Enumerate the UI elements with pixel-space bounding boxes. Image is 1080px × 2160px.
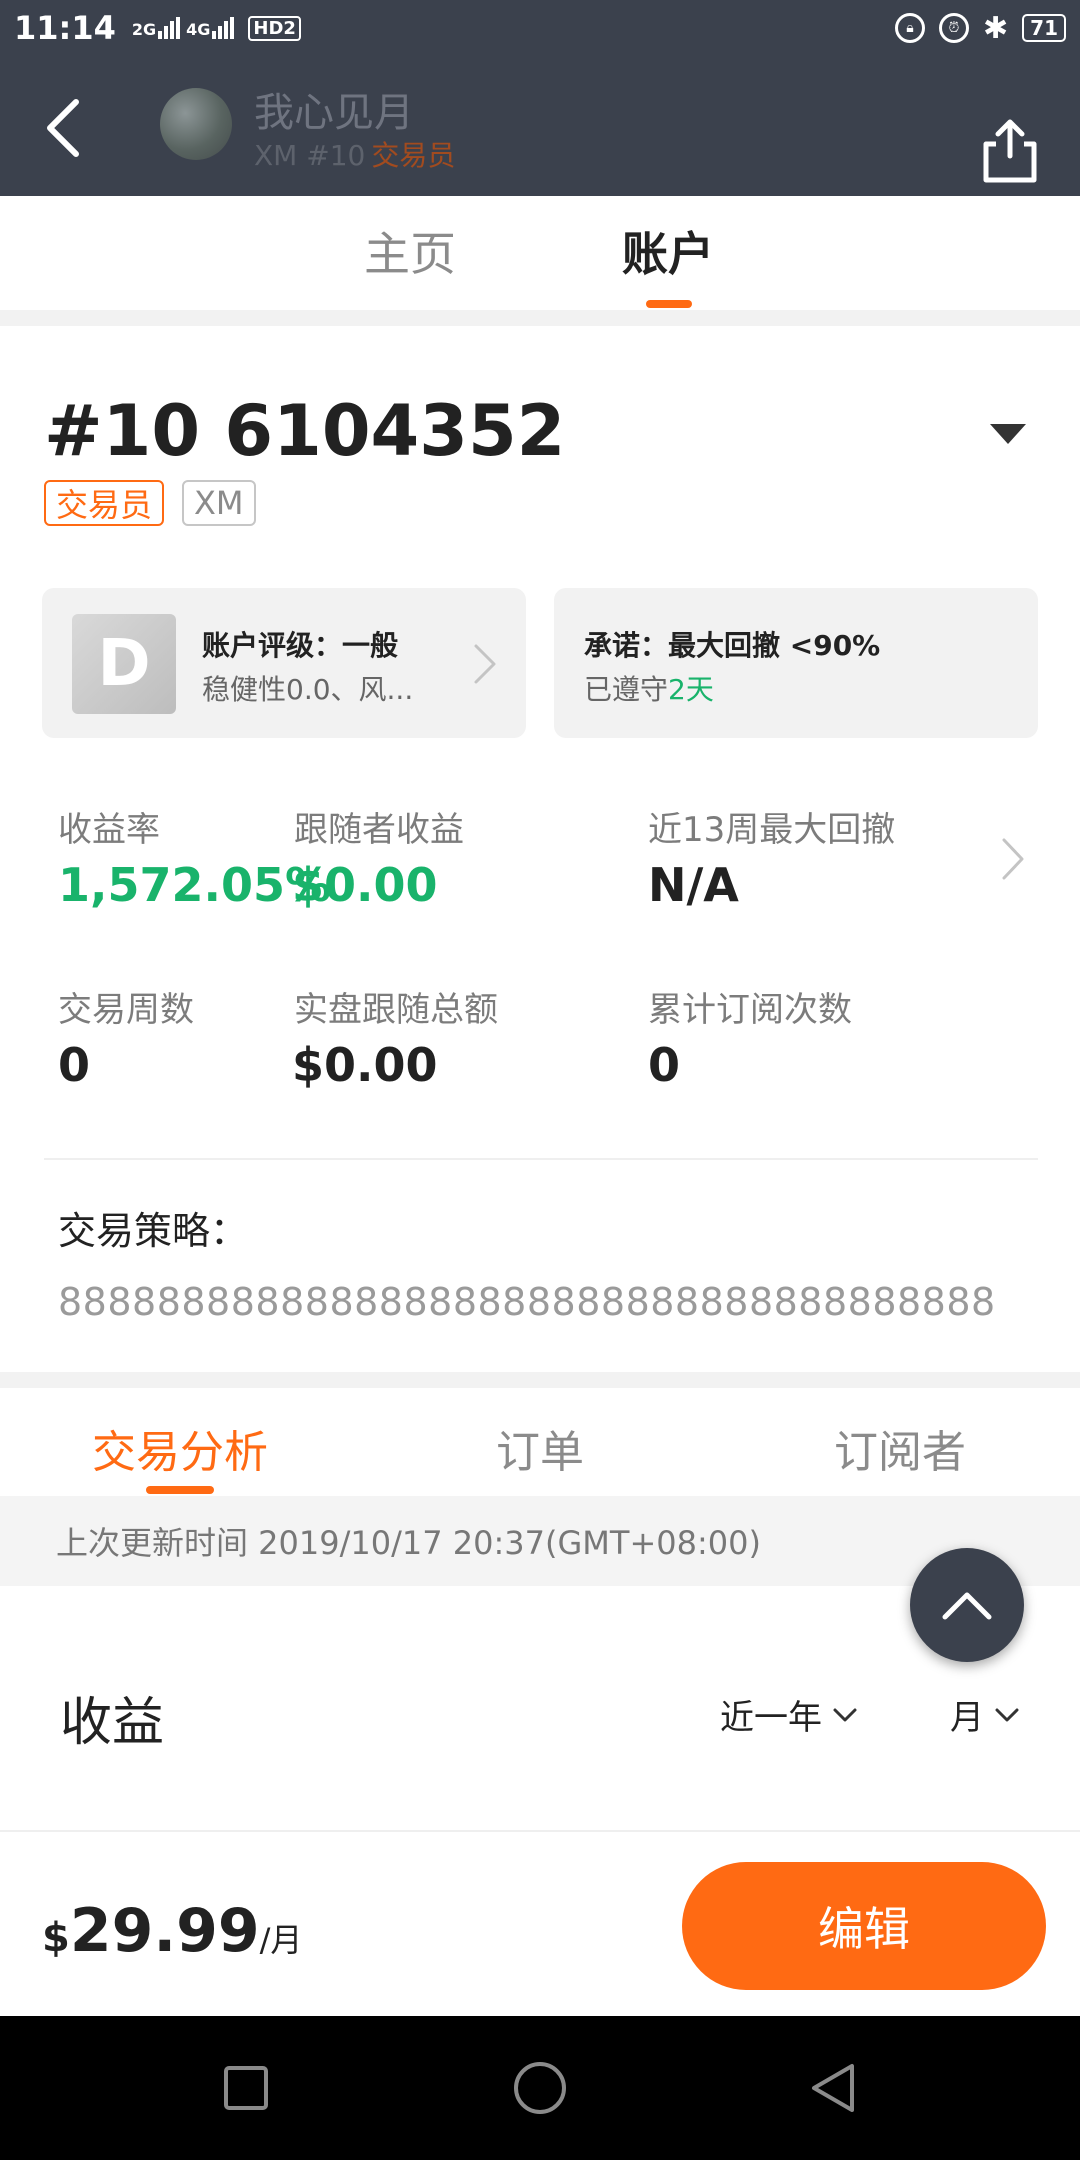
stat-live-follow-value: $0.00 — [292, 1038, 438, 1092]
battery-icon: 71 — [1022, 14, 1066, 42]
main-tabs: 主页 账户 — [0, 196, 1080, 310]
stat-follower-profit-value: $0.00 — [292, 858, 438, 912]
section-divider — [0, 310, 1080, 326]
hd-voice-icon: HD2 — [248, 15, 301, 41]
stat-follower-profit-label: 跟随者收益 — [294, 810, 464, 850]
broker-tag: XM — [182, 480, 256, 526]
trader-role: 交易员 — [371, 139, 456, 172]
bottom-action-bar: $29.99/月 编辑 — [0, 1830, 1080, 2016]
rating-title: 账户评级：一般 — [202, 629, 399, 662]
granularity-filter[interactable]: 月 — [950, 1690, 1020, 1739]
active-tab-indicator — [146, 1486, 214, 1494]
broker-rank: XM #10 — [254, 139, 366, 172]
back-arrow-icon[interactable] — [38, 92, 92, 164]
strategy-label: 交易策略： — [58, 1209, 249, 1253]
account-number: #10 6104352 — [44, 390, 566, 472]
update-bar: 上次更新时间 2019/10/17 20:37(GMT+08:00) — [0, 1496, 1080, 1586]
status-time: 11:14 — [14, 9, 116, 47]
price-unit: /月 — [259, 1921, 303, 1959]
strategy-text: 88888888888888888888888888888888888888 — [58, 1280, 996, 1324]
trader-name: 我心见月 — [254, 90, 414, 136]
bluetooth-icon: ✱ — [983, 10, 1009, 46]
promise-title: 承诺：最大回撤 <90% — [584, 629, 881, 662]
role-tag: 交易员 — [44, 480, 165, 526]
account-dropdown-icon[interactable] — [990, 424, 1026, 444]
signal-icon-sim2: 4G — [186, 17, 235, 39]
promise-kept-days: 2天 — [668, 673, 714, 706]
tab-home[interactable]: 主页 — [364, 218, 456, 284]
tab-subscribers[interactable]: 订阅者 — [834, 1416, 966, 1480]
back-icon[interactable] — [804, 2058, 864, 2118]
active-tab-indicator — [646, 300, 692, 308]
period-filter-label: 近一年 — [720, 1698, 822, 1738]
rating-subtitle: 稳健性0.0、风... — [202, 673, 414, 706]
earnings-title: 收益 — [60, 1693, 165, 1753]
promise-kept: 已遵守2天 — [584, 673, 714, 706]
stat-return-value: 1,572.05% — [58, 858, 332, 912]
grade-badge: D — [72, 614, 176, 714]
chevron-right-icon[interactable] — [1000, 836, 1026, 882]
price-currency: $ — [42, 1915, 70, 1961]
tab-account[interactable]: 账户 — [622, 218, 714, 284]
chevron-up-icon — [942, 1592, 992, 1620]
trader-subtitle: XM #10 交易员 — [254, 134, 455, 174]
chevron-down-icon — [833, 1708, 857, 1721]
scroll-top-button[interactable] — [910, 1548, 1024, 1662]
price-amount: 29.99 — [69, 1896, 260, 1966]
system-nav-bar — [0, 2016, 1080, 2160]
stat-subscriptions-label: 累计订阅次数 — [648, 990, 852, 1030]
home-icon[interactable] — [510, 2058, 570, 2118]
promise-card: 承诺：最大回撤 <90% 已遵守2天 — [554, 588, 1038, 738]
subscription-price: $29.99/月 — [42, 1896, 302, 1966]
tab-trade-analysis[interactable]: 交易分析 — [92, 1416, 268, 1480]
status-bar: 11:14 2G 4G HD2 🔒︎ ⏰︎ ✱ 71 — [0, 0, 1080, 56]
recent-apps-icon[interactable] — [216, 2058, 276, 2118]
alarm-icon: ⏰︎ — [939, 13, 970, 43]
stat-max-drawdown-value[interactable]: N/A — [648, 858, 739, 912]
analysis-tabs: 交易分析 订单 订阅者 — [0, 1388, 1080, 1496]
edit-button[interactable]: 编辑 — [682, 1862, 1046, 1990]
stat-subscriptions-value: 0 — [648, 1038, 681, 1092]
stat-weeks-label: 交易周数 — [58, 990, 194, 1030]
stat-live-follow-label: 实盘跟随总额 — [294, 990, 498, 1030]
divider — [44, 1158, 1038, 1160]
stat-return-label: 收益率 — [58, 810, 160, 850]
app-header: 我心见月 XM #10 交易员 — [0, 56, 1080, 196]
chevron-right-icon — [474, 644, 496, 684]
lock-rotation-icon: 🔒︎ — [895, 13, 926, 43]
chevron-down-icon — [995, 1708, 1019, 1721]
share-icon[interactable] — [980, 114, 1040, 184]
avatar[interactable] — [160, 88, 232, 160]
stat-weeks-value: 0 — [58, 1038, 91, 1092]
section-divider — [0, 1372, 1080, 1388]
stat-max-drawdown-label[interactable]: 近13周最大回撤 — [648, 802, 895, 851]
rating-card[interactable]: D 账户评级：一般 稳健性0.0、风... — [42, 588, 526, 738]
granularity-filter-label: 月 — [950, 1698, 984, 1738]
tab-orders[interactable]: 订单 — [496, 1416, 584, 1480]
last-update-text: 上次更新时间 2019/10/17 20:37(GMT+08:00) — [56, 1524, 761, 1562]
period-filter[interactable]: 近一年 — [720, 1690, 858, 1739]
signal-icon-sim1: 2G — [132, 17, 181, 39]
